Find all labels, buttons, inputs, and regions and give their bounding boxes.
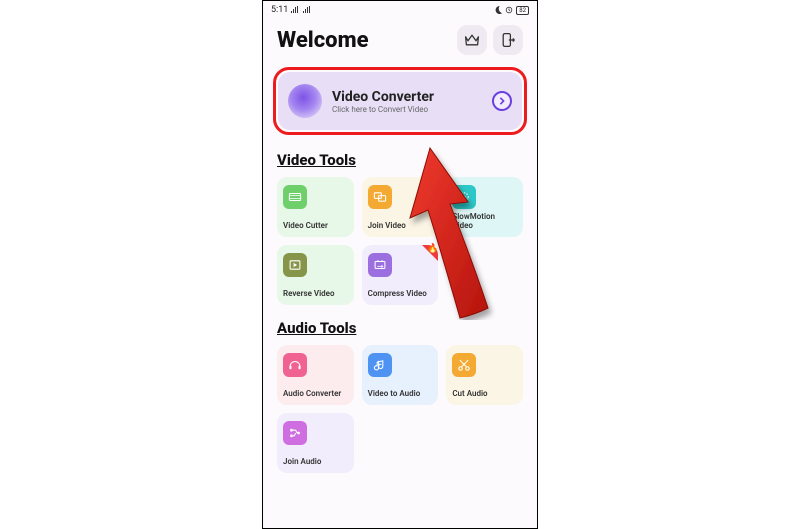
tool-label: Join Audio	[283, 458, 348, 467]
video-converter-card[interactable]: Video Converter Click here to Convert Vi…	[278, 72, 522, 130]
battery-icon: 82	[516, 6, 529, 15]
audio-tools-grid: Audio Converter Video to Audio Cut Audio…	[263, 341, 537, 477]
moon-icon	[494, 6, 502, 14]
tool-label: Join Video	[368, 222, 433, 231]
video-to-audio-icon	[368, 353, 392, 377]
tool-label: Video Cutter	[283, 222, 348, 231]
feedback-button[interactable]	[493, 25, 523, 55]
alarm-icon	[505, 6, 513, 14]
tool-join-video[interactable]: Join Video	[362, 177, 439, 237]
tool-label: Compress Video	[368, 290, 433, 299]
video-converter-icon	[288, 84, 322, 118]
premium-button[interactable]	[457, 25, 487, 55]
tool-label: Reverse Video	[283, 290, 348, 299]
tool-audio-converter[interactable]: Audio Converter	[277, 345, 354, 405]
slowmotion-icon	[452, 185, 476, 209]
main-card-text: Video Converter Click here to Convert Vi…	[332, 89, 482, 114]
phone-exit-icon	[500, 32, 516, 48]
tool-compress-video[interactable]: Compress Video	[362, 245, 439, 305]
signal-icon	[291, 6, 300, 14]
video-tools-grid: Video Cutter Join Video SlowMotion Video…	[263, 173, 537, 309]
section-video-tools: Video Tools	[263, 141, 537, 173]
compress-video-icon	[368, 253, 392, 277]
join-audio-icon	[283, 421, 307, 445]
crown-icon	[464, 32, 480, 48]
tool-label: Video to Audio	[368, 390, 433, 399]
cut-audio-icon	[452, 353, 476, 377]
reverse-video-icon	[283, 253, 307, 277]
status-time: 5:11	[271, 5, 288, 15]
tool-join-audio[interactable]: Join Audio	[277, 413, 354, 473]
tool-slowmotion-video[interactable]: SlowMotion Video	[446, 177, 523, 237]
video-cutter-icon	[283, 185, 307, 209]
chevron-right-icon	[498, 97, 506, 105]
status-bar: 5:11 82	[263, 1, 537, 17]
main-card-title: Video Converter	[332, 89, 482, 105]
page-title: Welcome	[277, 28, 369, 53]
join-video-icon	[368, 185, 392, 209]
tool-video-to-audio[interactable]: Video to Audio	[362, 345, 439, 405]
tool-reverse-video[interactable]: Reverse Video	[277, 245, 354, 305]
tool-label: Audio Converter	[283, 390, 348, 399]
tool-cut-audio[interactable]: Cut Audio	[446, 345, 523, 405]
signal-icon	[303, 6, 312, 14]
main-card-area: Video Converter Click here to Convert Vi…	[263, 63, 537, 141]
audio-converter-icon	[283, 353, 307, 377]
hot-badge	[422, 245, 438, 261]
tool-label: Cut Audio	[452, 390, 517, 399]
phone-frame: 5:11 82 Welcome Video Converter	[262, 0, 538, 529]
highlight-border: Video Converter Click here to Convert Vi…	[273, 67, 527, 135]
main-card-subtitle: Click here to Convert Video	[332, 105, 482, 114]
section-audio-tools: Audio Tools	[263, 309, 537, 341]
header: Welcome	[263, 17, 537, 63]
go-arrow	[492, 91, 512, 111]
tool-video-cutter[interactable]: Video Cutter	[277, 177, 354, 237]
tool-label: SlowMotion Video	[452, 213, 517, 231]
